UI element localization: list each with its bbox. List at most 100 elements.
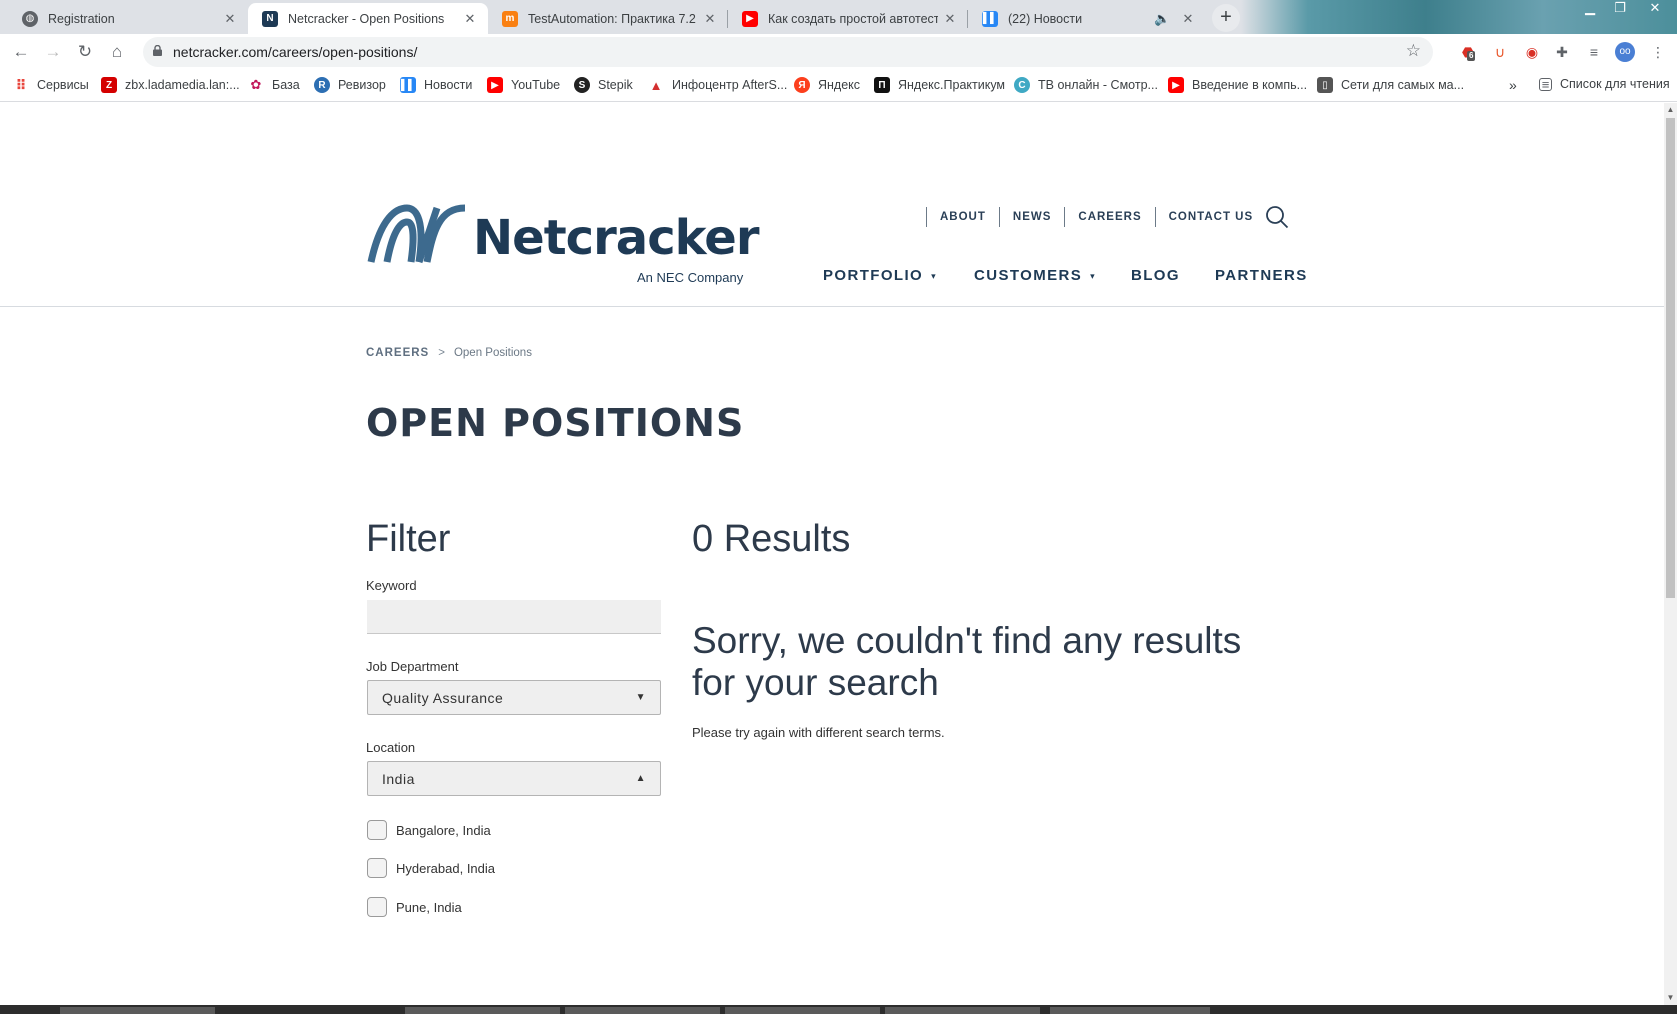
bookmark-label: Stepik: [598, 78, 633, 92]
page-scrollbar[interactable]: ▲ ▼: [1664, 103, 1677, 1005]
page-title: OPEN POSITIONS: [366, 401, 745, 445]
youtube-icon: ▶: [1168, 77, 1184, 93]
no-results-heading: Sorry, we couldn't find any results for …: [692, 620, 1242, 703]
location-option-hyderabad[interactable]: Hyderabad, India: [367, 858, 495, 878]
nav-link-careers[interactable]: CAREERS: [1078, 211, 1141, 223]
bookmark-youtube[interactable]: ▶ YouTube: [487, 77, 560, 93]
audio-icon[interactable]: 🔈: [1154, 11, 1170, 27]
bookmark-infocenter[interactable]: ▲ Инфоцентр AfterS...: [648, 77, 788, 93]
news-icon: ▌▌: [400, 77, 416, 93]
scroll-down-icon[interactable]: ▼: [1664, 991, 1677, 1005]
checkbox[interactable]: [367, 820, 387, 840]
profile-avatar[interactable]: oo: [1615, 42, 1635, 62]
scrollbar-thumb[interactable]: [1666, 118, 1675, 598]
bookmark-label: Новости: [424, 78, 473, 92]
recorder-extension-icon[interactable]: ◉: [1522, 42, 1542, 62]
minimize-icon[interactable]: ▁: [1575, 0, 1605, 18]
bookmark-networks[interactable]: ▯ Сети для самых ма...: [1317, 77, 1464, 93]
scroll-up-icon[interactable]: ▲: [1664, 103, 1677, 117]
close-icon[interactable]: ✕: [1180, 11, 1196, 27]
bookmark-praktikum[interactable]: П Яндекс.Практикум: [874, 77, 1005, 93]
nav-divider: [1064, 207, 1066, 227]
magnet-extension-icon[interactable]: ∪: [1490, 42, 1510, 62]
breadcrumb-careers-link[interactable]: CAREERS: [366, 347, 429, 359]
more-bookmarks-button[interactable]: »: [1509, 77, 1517, 93]
close-icon[interactable]: ✕: [462, 11, 478, 27]
logo-tagline: An NEC Company: [637, 270, 744, 285]
main-nav-portfolio[interactable]: PORTFOLIO ▾: [823, 267, 937, 284]
browser-tabstrip: ◍ Registration ✕ N Netcracker - Open Pos…: [0, 0, 1677, 34]
tab-testautomation[interactable]: m TestAutomation: Практика 7.2 К ✕: [488, 3, 728, 34]
location-label: Location: [366, 740, 416, 755]
checkbox[interactable]: [367, 897, 387, 917]
lock-icon: [153, 45, 162, 56]
tab-news[interactable]: ▌▌ (22) Новости 🔈 ✕: [968, 3, 1206, 34]
close-icon[interactable]: ✕: [702, 11, 718, 27]
tab-title: Netcracker - Open Positions: [288, 11, 445, 26]
back-icon[interactable]: ←: [8, 39, 34, 65]
location-select[interactable]: India ▲: [367, 761, 661, 796]
nav-divider: [926, 207, 927, 227]
checkbox[interactable]: [367, 858, 387, 878]
main-nav-partners[interactable]: PARTNERS: [1215, 267, 1308, 284]
taskbar-item[interactable]: [405, 1007, 560, 1014]
extensions-puzzle-icon[interactable]: ✚: [1552, 42, 1572, 62]
adblock-extension-icon[interactable]: ⬣6: [1458, 42, 1478, 62]
taskbar-item[interactable]: [60, 1007, 215, 1014]
bookmark-tv-online[interactable]: C ТВ онлайн - Смотр...: [1014, 77, 1158, 93]
tab-netcracker[interactable]: N Netcracker - Open Positions ✕: [248, 3, 488, 34]
keyword-input[interactable]: [367, 600, 661, 634]
bookmark-services[interactable]: ⠿ Сервисы: [13, 77, 89, 93]
close-window-icon[interactable]: ✕: [1640, 0, 1670, 18]
bookmark-label: База: [272, 78, 300, 92]
address-bar[interactable]: netcracker.com/careers/open-positions/ ☆: [143, 37, 1433, 67]
home-icon[interactable]: ⌂: [104, 39, 130, 65]
bookmark-label: zbx.ladamedia.lan:...: [125, 78, 240, 92]
bookmark-label: Яндекс.Практикум: [898, 78, 1006, 92]
restore-icon[interactable]: ❐: [1605, 0, 1635, 18]
taskbar-item[interactable]: [725, 1007, 880, 1014]
close-icon[interactable]: ✕: [222, 11, 238, 27]
bookmark-label: Инфоцентр AfterS...: [672, 78, 788, 92]
main-nav-label: PORTFOLIO: [823, 267, 924, 284]
yandex-icon: Я: [794, 77, 810, 93]
taskbar-item[interactable]: [1050, 1007, 1210, 1014]
bookmark-news[interactable]: ▌▌ Новости: [400, 77, 472, 93]
bookmark-stepik[interactable]: S Stepik: [574, 77, 633, 93]
bookmark-intro-computers[interactable]: ▶ Введение в компь...: [1168, 77, 1307, 93]
reading-list-button[interactable]: ≡ Список для чтения: [1539, 77, 1670, 92]
netcracker-logo-icon[interactable]: [367, 202, 467, 264]
tab-registration[interactable]: ◍ Registration ✕: [8, 3, 248, 34]
tab-youtube-autotest[interactable]: ▶ Как создать простой автотест и ✕: [728, 3, 968, 34]
main-nav-customers[interactable]: CUSTOMERS ▾: [974, 267, 1096, 284]
media-control-icon[interactable]: ≡: [1584, 42, 1604, 62]
nav-link-contact-us[interactable]: CONTACT US: [1169, 211, 1254, 223]
new-tab-button[interactable]: +: [1212, 4, 1240, 32]
url-text: netcracker.com/careers/open-positions/: [173, 44, 418, 60]
location-option-pune[interactable]: Pune, India: [367, 897, 462, 917]
taskbar-item[interactable]: [885, 1007, 1040, 1014]
bookmark-label: YouTube: [511, 78, 561, 92]
menu-kebab-icon[interactable]: ⋮: [1648, 42, 1668, 62]
dropdown-arrow-up-icon: ▲: [635, 773, 646, 784]
forward-icon[interactable]: →: [40, 39, 66, 65]
reload-icon[interactable]: ↻: [72, 39, 98, 65]
bookmark-baza[interactable]: ✿ База: [248, 77, 300, 93]
nav-link-news[interactable]: NEWS: [1013, 211, 1052, 223]
job-department-select[interactable]: Quality Assurance ▼: [367, 680, 661, 715]
taskbar-item[interactable]: [565, 1007, 720, 1014]
location-option-label: Pune, India: [396, 899, 462, 915]
bookmark-yandex[interactable]: Я Яндекс: [794, 77, 860, 93]
search-icon[interactable]: [1265, 205, 1289, 229]
bookmark-zabbix[interactable]: Zzbx.ladamedia.lan:...: [101, 77, 240, 93]
main-nav-blog[interactable]: BLOG: [1131, 267, 1180, 284]
location-option-bangalore[interactable]: Bangalore, India: [367, 820, 491, 840]
bookmark-revizor[interactable]: R Ревизор: [314, 77, 386, 93]
nav-link-about[interactable]: ABOUT: [940, 211, 986, 223]
bookmark-star-icon[interactable]: ☆: [1406, 41, 1421, 61]
nav-divider: [998, 207, 1000, 227]
os-taskbar: [0, 1005, 1677, 1014]
logo-wordmark[interactable]: Netcracker: [473, 210, 759, 266]
tab-title: Как создать простой автотест и: [768, 11, 938, 26]
close-icon[interactable]: ✕: [942, 11, 958, 27]
